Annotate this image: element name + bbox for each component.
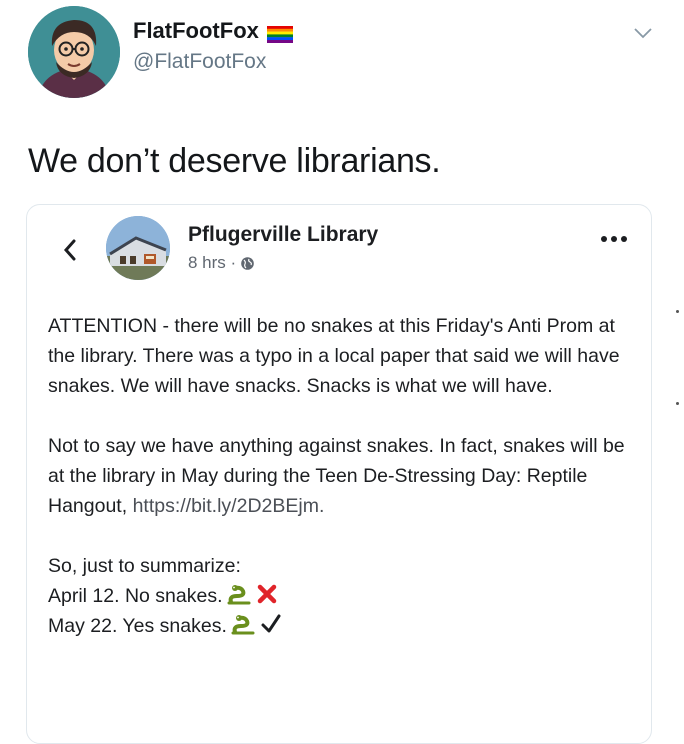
summary-line-no-text: April 12. No snakes. xyxy=(48,585,223,607)
post-time[interactable]: 8 hrs · xyxy=(188,253,236,273)
display-name[interactable]: FlatFootFox xyxy=(133,18,293,44)
display-name-text[interactable]: FlatFootFox xyxy=(133,18,259,44)
short-link[interactable]: https://bit.ly/2D2BEjm. xyxy=(133,495,325,517)
chevron-down-icon[interactable] xyxy=(632,26,654,40)
summary-line-no: April 12. No snakes. xyxy=(48,581,633,611)
check-mark-icon xyxy=(260,613,282,635)
snake-icon xyxy=(227,582,253,606)
handle[interactable]: @FlatFootFox xyxy=(133,50,266,74)
summary-intro: So, just to summarize: xyxy=(48,555,241,577)
snake-icon xyxy=(231,612,257,636)
page-avatar[interactable] xyxy=(106,216,170,280)
artifact-dot xyxy=(676,402,679,405)
rainbow-pride-flag-icon xyxy=(266,23,293,43)
tweet-text: We don’t deserve librarians. xyxy=(28,142,441,180)
summary-line-yes: May 22. Yes snakes. xyxy=(48,611,633,641)
page-name[interactable]: Pflugerville Library xyxy=(188,223,378,247)
globe-icon xyxy=(240,256,255,271)
more-options-icon[interactable] xyxy=(598,232,630,246)
summary-line-yes-text: May 22. Yes snakes. xyxy=(48,615,227,637)
avatar[interactable] xyxy=(28,6,120,98)
post-paragraph-2: Not to say we have anything against snak… xyxy=(48,431,633,521)
post-paragraph-1: ATTENTION - there will be no snakes at t… xyxy=(48,315,620,397)
cross-mark-icon xyxy=(256,583,278,605)
artifact-dot xyxy=(676,310,679,313)
back-arrow-icon[interactable] xyxy=(62,238,78,262)
post-meta: 8 hrs · xyxy=(188,253,255,273)
post-body: ATTENTION - there will be no snakes at t… xyxy=(48,311,633,641)
